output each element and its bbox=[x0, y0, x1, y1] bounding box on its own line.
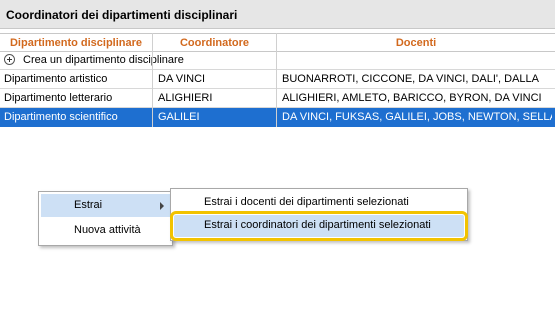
department-cell: Dipartimento letterario bbox=[4, 92, 113, 104]
department-cell: Dipartimento scientifico bbox=[4, 111, 118, 123]
table-row[interactable]: Dipartimento artistico DA VINCI BUONARRO… bbox=[0, 70, 555, 89]
menu-item-extract-teachers[interactable]: Estrai i docenti dei dipartimenti selezi… bbox=[174, 192, 464, 214]
window-titlebar: Coordinatori dei dipartimenti disciplina… bbox=[0, 0, 555, 29]
column-divider bbox=[152, 33, 153, 127]
menu-item-label: Nuova attività bbox=[74, 224, 141, 236]
table-row[interactable]: Dipartimento letterario ALIGHIERI ALIGHI… bbox=[0, 89, 555, 108]
context-menu: Estrai Nuova attività bbox=[38, 191, 173, 246]
departments-table: Dipartimento disciplinare Coordinatore D… bbox=[0, 33, 555, 320]
coordinator-cell: DA VINCI bbox=[158, 73, 206, 85]
teachers-cell: DA VINCI, FUKSAS, GALILEI, JOBS, NEWTON,… bbox=[282, 111, 552, 123]
column-header-coordinator[interactable]: Coordinatore bbox=[153, 37, 276, 49]
submenu-arrow-icon bbox=[160, 202, 164, 210]
column-header-department[interactable]: Dipartimento disciplinare bbox=[0, 37, 152, 49]
add-circle-icon[interactable] bbox=[4, 54, 15, 65]
menu-item-extract-coordinators[interactable]: Estrai i coordinatori dei dipartimenti s… bbox=[170, 211, 468, 241]
table-row-selected[interactable]: Dipartimento scientifico GALILEI DA VINC… bbox=[0, 108, 555, 127]
column-header-teachers[interactable]: Docenti bbox=[277, 37, 555, 49]
department-cell: Dipartimento artistico bbox=[4, 73, 108, 85]
teachers-cell: BUONARROTI, CICCONE, DA VINCI, DALI', DA… bbox=[282, 73, 539, 85]
menu-item-nuova-attivita[interactable]: Nuova attività bbox=[41, 219, 170, 242]
coordinator-cell: GALILEI bbox=[158, 111, 200, 123]
create-department-row[interactable]: Crea un dipartimento disciplinare bbox=[0, 52, 555, 70]
menu-item-estrai[interactable]: Estrai bbox=[41, 194, 170, 217]
menu-item-label: Estrai bbox=[74, 199, 103, 211]
create-department-label[interactable]: Crea un dipartimento disciplinare bbox=[23, 54, 184, 66]
menu-item-label: Estrai i docenti dei dipartimenti selezi… bbox=[204, 196, 409, 208]
window-title: Coordinatori dei dipartimenti disciplina… bbox=[6, 8, 238, 22]
coordinator-cell: ALIGHIERI bbox=[158, 92, 213, 104]
table-header: Dipartimento disciplinare Coordinatore D… bbox=[0, 33, 555, 52]
submenu-estrai: Estrai i docenti dei dipartimenti selezi… bbox=[170, 188, 468, 241]
menu-item-label: Estrai i coordinatori dei dipartimenti s… bbox=[204, 219, 431, 231]
column-divider bbox=[276, 33, 277, 127]
teachers-cell: ALIGHIERI, AMLETO, BARICCO, BYRON, DA VI… bbox=[282, 92, 542, 104]
